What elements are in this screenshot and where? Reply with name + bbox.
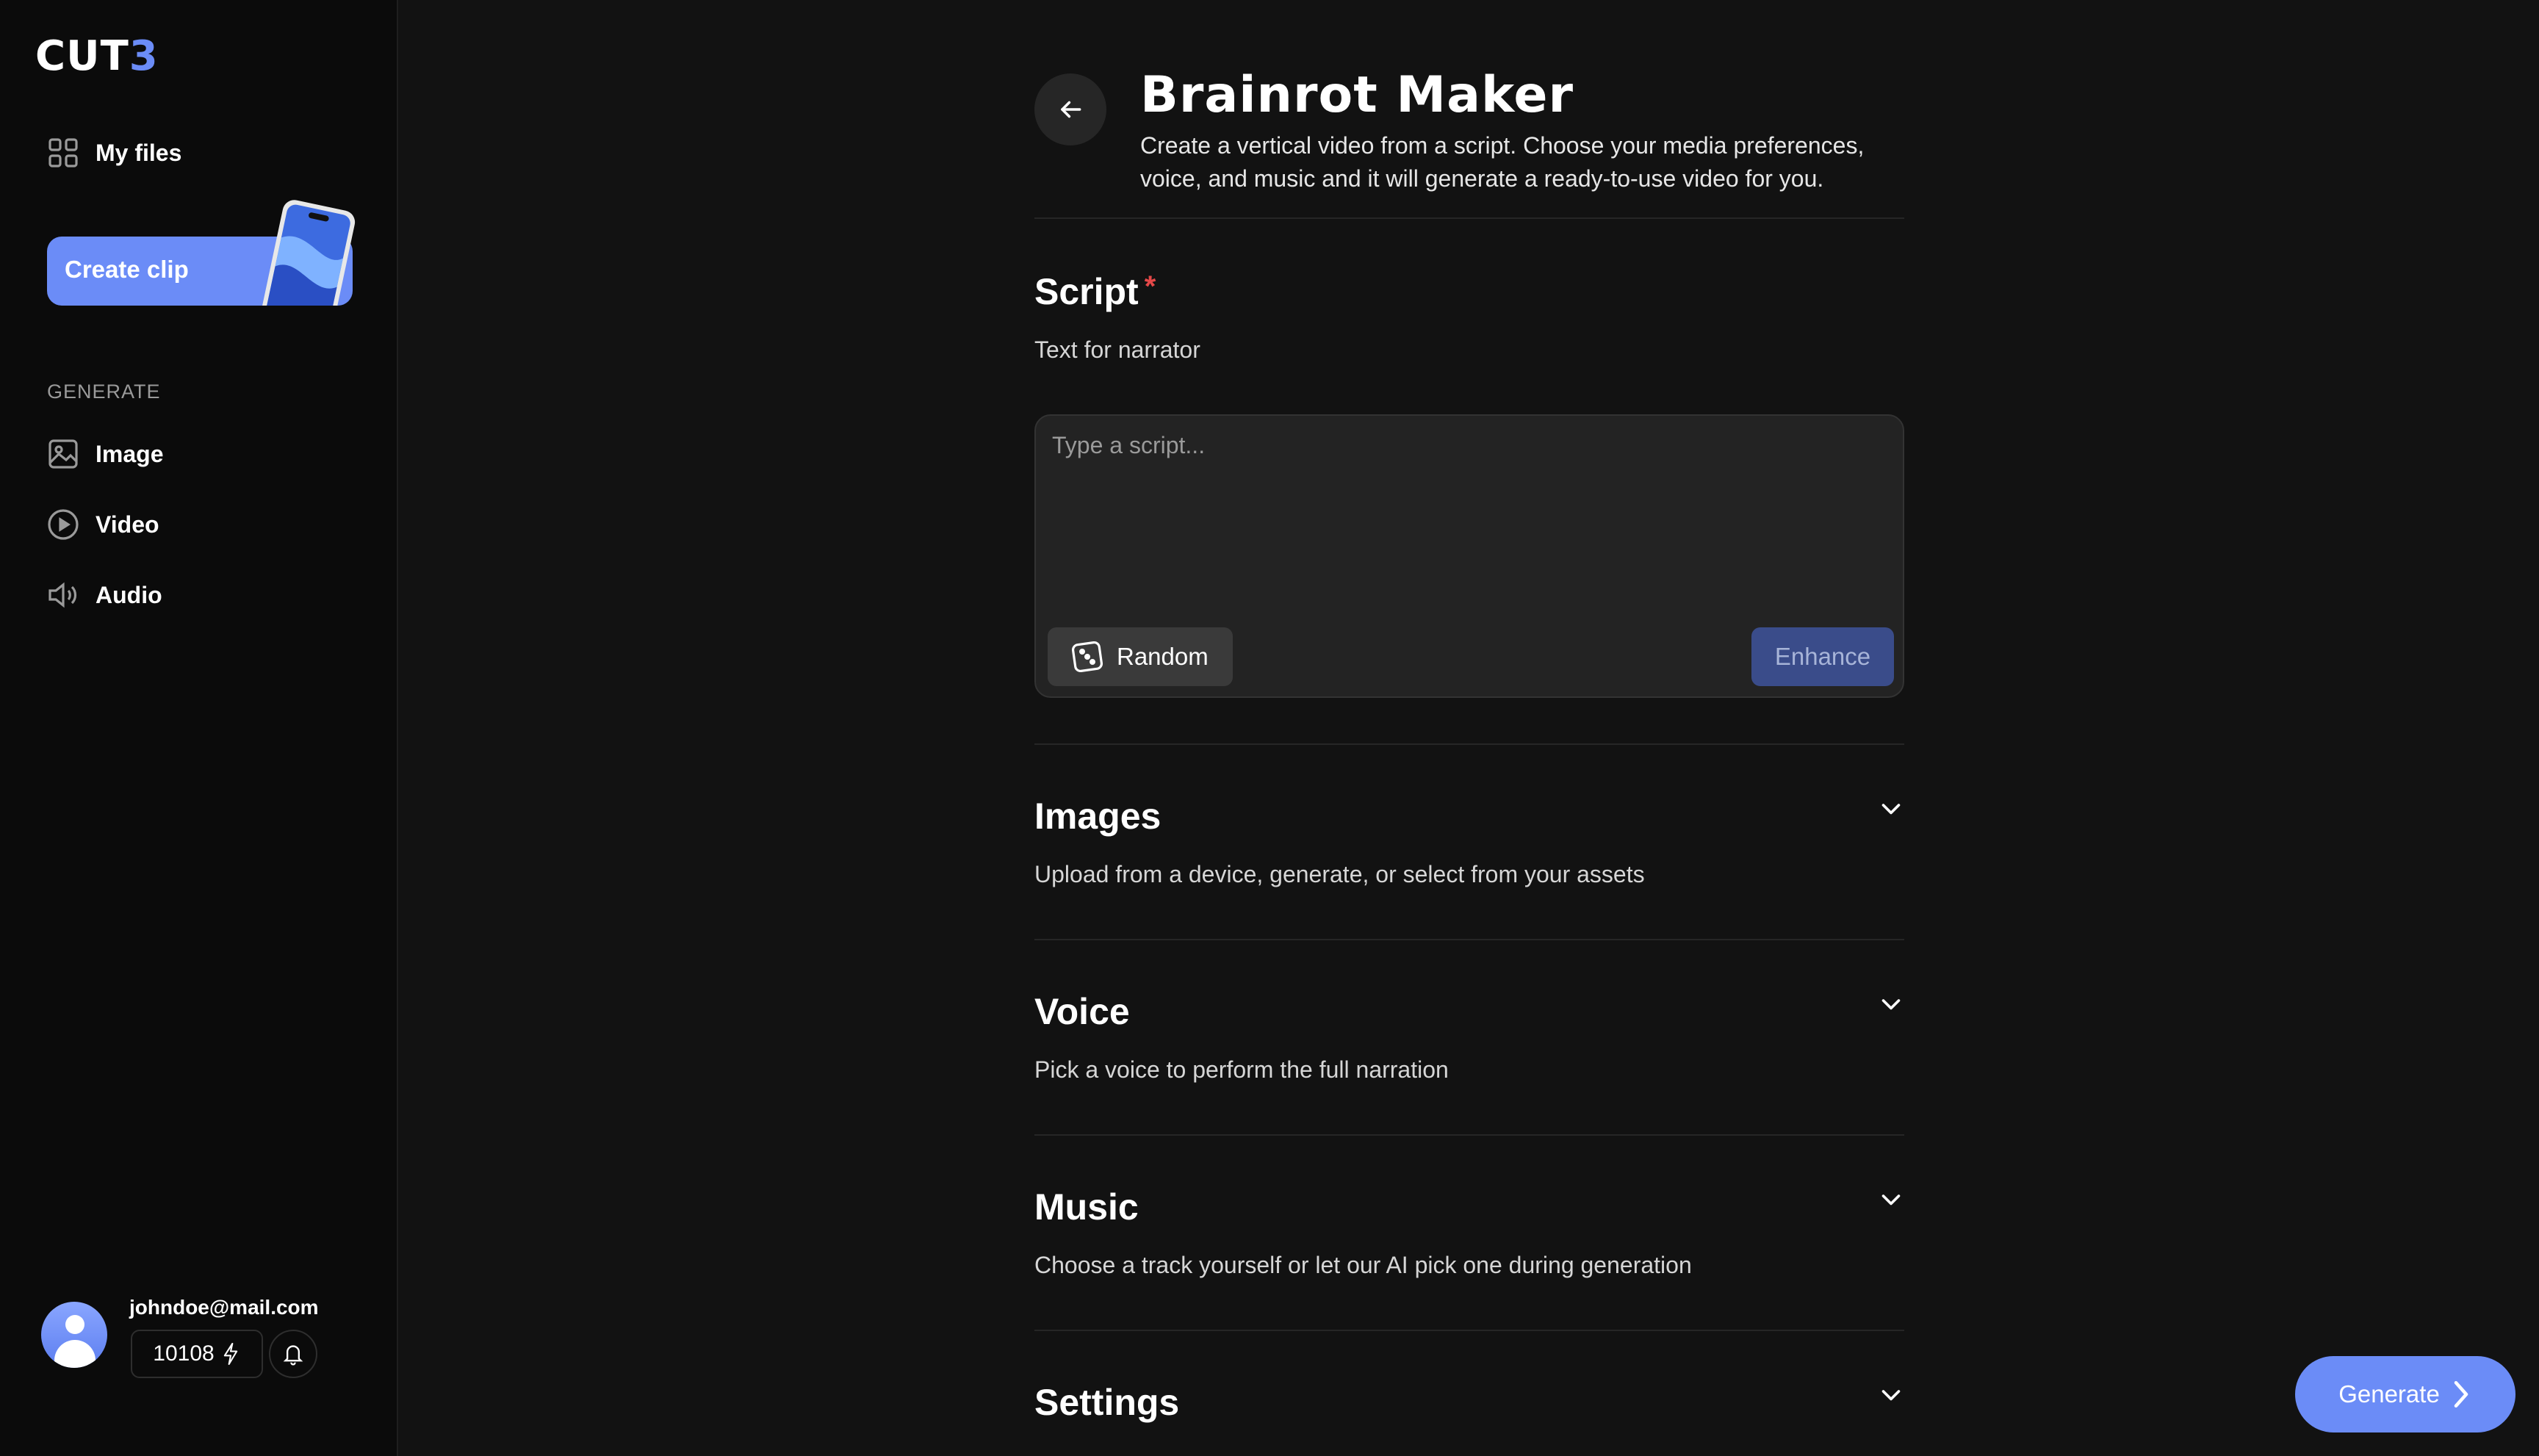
arrow-left-icon [1061,101,1081,118]
grid-icon [48,138,78,167]
script-editor: Random Enhance [1034,414,1904,698]
images-section-title[interactable]: Images [1034,795,1161,837]
random-button[interactable]: Random [1048,627,1233,686]
lightning-icon [223,1342,237,1366]
phone-illustration-icon [261,200,356,306]
divider [1034,1330,1904,1331]
divider [1034,743,1904,745]
dice-icon [1071,641,1103,673]
play-circle-icon [48,509,79,540]
generate-section-label: GENERATE [47,381,161,403]
create-clip-label: Create clip [65,256,189,283]
script-input[interactable] [1052,432,1882,616]
page-title: Brainrot Maker [1140,66,1574,124]
user-email: johndoe@mail.com [129,1296,319,1319]
script-subtitle: Text for narrator [1034,336,1200,363]
chevron-down-icon[interactable] [1878,796,1904,823]
music-section-subtitle: Choose a track yourself or let our AI pi… [1034,1252,1692,1278]
divider [1034,217,1904,219]
app-logo[interactable]: CUT3 [35,32,159,80]
speaker-icon [48,582,77,608]
create-clip-button[interactable]: Create clip [47,200,356,306]
required-mark: * [1144,270,1156,303]
generate-label: Generate [2338,1380,2440,1408]
avatar[interactable] [41,1302,107,1368]
generate-button[interactable]: Generate [2295,1356,2515,1432]
random-label: Random [1117,643,1209,670]
script-title-text: Script [1034,271,1139,312]
chevron-down-icon[interactable] [1878,1187,1904,1214]
images-section-subtitle: Upload from a device, generate, or selec… [1034,861,1645,887]
sidebar-item-label: My files [96,139,182,166]
chevron-right-icon [2454,1380,2468,1408]
sidebar-item-my-files[interactable]: My files [46,135,181,170]
sidebar-item-video[interactable]: Video [46,507,159,542]
back-button[interactable] [1034,73,1106,145]
sidebar-item-image[interactable]: Image [46,436,163,472]
notifications-button[interactable] [269,1330,317,1378]
sidebar-item-label: Video [96,511,159,538]
credits-count: 10108 [153,1341,215,1366]
voice-section-subtitle: Pick a voice to perform the full narrati… [1034,1056,1449,1083]
divider [1034,939,1904,940]
script-title: Script * [1034,270,1156,313]
sidebar-item-label: Image [96,440,164,467]
chevron-down-icon[interactable] [1878,992,1904,1018]
sidebar-item-audio[interactable]: Audio [46,577,162,613]
enhance-button[interactable]: Enhance [1751,627,1894,686]
chevron-down-icon[interactable] [1878,1383,1904,1409]
bell-icon [283,1345,303,1366]
music-section-title[interactable]: Music [1034,1186,1139,1228]
voice-section-title[interactable]: Voice [1034,990,1130,1033]
sidebar-item-label: Audio [96,581,162,608]
settings-section-title[interactable]: Settings [1034,1381,1179,1424]
divider [1034,1134,1904,1136]
sidebar: CUT3 My files Create clip GENERATE Image [0,0,398,1456]
page-description: Create a vertical video from a script. C… [1140,132,1865,192]
credits-badge[interactable]: 10108 [131,1330,263,1378]
image-icon [48,439,78,469]
